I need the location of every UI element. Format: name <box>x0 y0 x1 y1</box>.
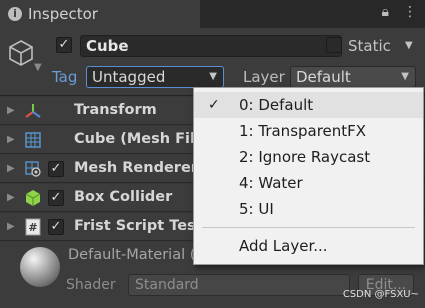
foldout-arrow-icon[interactable]: ▶ <box>7 134 15 145</box>
menu-item-label: 1: TransparentFX <box>239 122 367 140</box>
inspector-tab-bar: i Inspector 🔒︎ ⋮ <box>0 0 425 28</box>
menu-item-layer-water[interactable]: 4: Water <box>194 170 423 196</box>
transform-icon <box>25 104 41 118</box>
static-checkbox[interactable] <box>326 37 342 53</box>
tag-label: Tag <box>52 68 78 86</box>
component-enabled-checkbox[interactable]: ✓ <box>48 219 64 235</box>
static-label: Static <box>348 37 391 55</box>
foldout-arrow-icon[interactable]: ▶ <box>7 105 15 116</box>
menu-separator <box>202 227 415 228</box>
foldout-arrow-icon[interactable]: ▶ <box>7 192 15 203</box>
menu-item-layer-transparentfx[interactable]: 1: TransparentFX <box>194 118 423 144</box>
menu-item-layer-ignore-raycast[interactable]: 2: Ignore Raycast <box>194 144 423 170</box>
inspector-tab[interactable]: i Inspector <box>0 0 200 28</box>
chevron-down-icon: ▼ <box>401 71 409 82</box>
menu-item-layer-default[interactable]: ✓ 0: Default <box>194 92 423 118</box>
chevron-down-icon: ▼ <box>209 71 217 82</box>
static-dropdown-arrow-icon[interactable]: ▼ <box>405 40 413 51</box>
mesh-filter-icon <box>25 132 41 148</box>
script-icon: # <box>25 218 41 236</box>
menu-item-label: 5: UI <box>239 200 274 218</box>
component-name: Mesh Renderer <box>74 160 198 176</box>
cube-icon[interactable] <box>6 38 36 68</box>
icon-dropdown-arrow-icon[interactable]: ▼ <box>34 62 42 73</box>
tag-value: Untagged <box>92 68 166 86</box>
box-collider-icon <box>25 190 41 206</box>
layer-label: Layer <box>243 68 285 86</box>
shader-dropdown[interactable]: Standard <box>128 274 350 296</box>
tab-title: Inspector <box>28 5 98 23</box>
material-preview-sphere[interactable] <box>20 247 60 287</box>
svg-text:#: # <box>28 221 37 234</box>
menu-item-label: Add Layer... <box>239 237 328 255</box>
menu-item-layer-ui[interactable]: 5: UI <box>194 196 423 222</box>
menu-item-label: 0: Default <box>239 96 314 114</box>
component-name: Box Collider <box>74 189 173 205</box>
component-name: Transform <box>74 102 157 118</box>
object-name-field[interactable]: Cube <box>80 35 342 57</box>
component-name: Frist Script Test <box>74 218 203 234</box>
object-header: ▼ ✓ Cube Static ▼ Tag Untagged ▼ Layer D… <box>0 28 425 96</box>
component-enabled-checkbox[interactable]: ✓ <box>48 161 64 177</box>
layer-dropdown-menu: ✓ 0: Default 1: TransparentFX 2: Ignore … <box>193 87 424 265</box>
menu-item-label: 4: Water <box>239 174 303 192</box>
active-checkbox[interactable]: ✓ <box>56 37 72 53</box>
shader-label: Shader <box>66 277 116 293</box>
checkmark-icon: ✓ <box>208 97 220 113</box>
watermark: CSDN @FSXU~ <box>342 289 419 300</box>
foldout-arrow-icon[interactable]: ▶ <box>7 163 15 174</box>
info-icon: i <box>8 7 22 21</box>
component-enabled-checkbox[interactable]: ✓ <box>48 190 64 206</box>
tag-dropdown[interactable]: Untagged ▼ <box>86 66 224 88</box>
lock-icon[interactable]: 🔒︎ <box>382 4 389 20</box>
menu-item-label: 2: Ignore Raycast <box>239 148 371 166</box>
kebab-icon[interactable]: ⋮ <box>403 4 417 20</box>
layer-dropdown[interactable]: Default ▼ <box>290 66 416 88</box>
foldout-arrow-icon[interactable]: ▶ <box>7 221 15 232</box>
mesh-renderer-icon <box>25 161 41 177</box>
layer-value: Default <box>296 68 351 86</box>
menu-item-add-layer[interactable]: Add Layer... <box>194 233 423 259</box>
